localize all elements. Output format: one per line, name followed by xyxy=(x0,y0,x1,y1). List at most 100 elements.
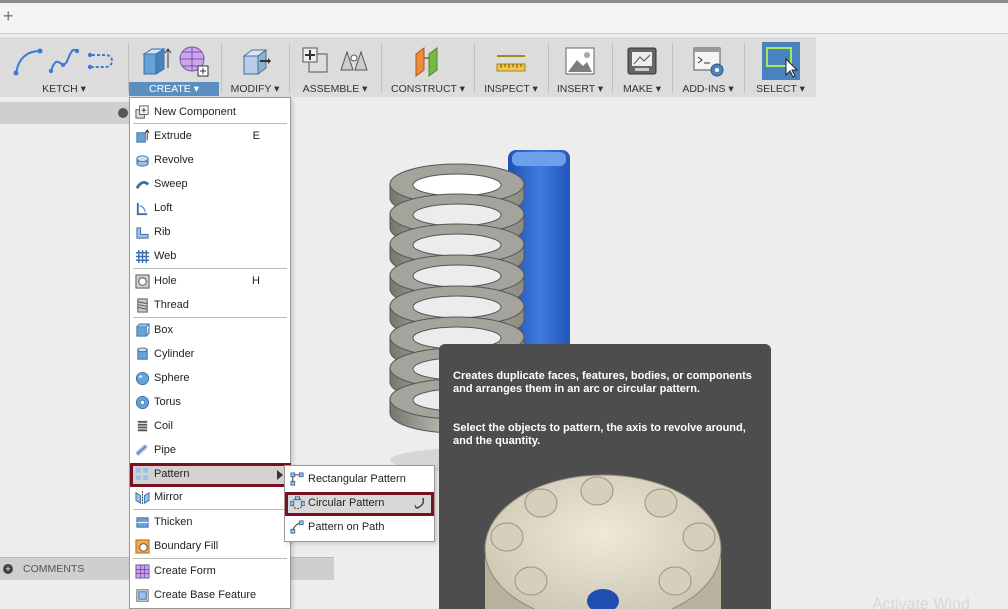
menu-item-pipe[interactable]: Pipe xyxy=(130,439,290,463)
select-icon[interactable] xyxy=(761,41,801,81)
create-label[interactable]: CREATE ▾ xyxy=(129,82,219,96)
offset-plane-icon[interactable] xyxy=(411,44,445,78)
thicken-icon xyxy=(136,517,149,528)
menu-item-thread[interactable]: Thread xyxy=(130,294,290,318)
menu-item-new-component[interactable]: New Component xyxy=(130,101,290,125)
tooltip-preview-image xyxy=(484,474,722,609)
mirror-icon xyxy=(135,490,150,505)
coil-icon xyxy=(137,420,148,432)
slot-icon[interactable] xyxy=(84,45,116,77)
menu-item-boundary-fill[interactable]: Boundary Fill xyxy=(130,535,290,559)
menu-item-label: Pattern xyxy=(154,468,190,480)
tooltip-instructions: Select the objects to pattern, the axis … xyxy=(453,422,746,447)
menu-item-label: Sweep xyxy=(154,178,188,190)
inspect-group[interactable]: INSPECT ▾ xyxy=(475,37,547,97)
menu-item-label: Coil xyxy=(154,420,173,432)
menu-item-label: Extrude xyxy=(154,130,192,142)
pattern-icon xyxy=(135,467,149,481)
new-component-toolbar-icon[interactable] xyxy=(299,44,333,78)
submenu-item-rectangular-pattern[interactable]: Rectangular Pattern xyxy=(285,468,434,492)
menu-item-revolve[interactable]: Revolve xyxy=(130,149,290,173)
hole-icon xyxy=(135,274,150,289)
document-tab-strip: + xyxy=(0,0,1008,34)
measure-icon[interactable] xyxy=(494,44,528,78)
insert-image-icon[interactable] xyxy=(563,44,597,78)
modify-label[interactable]: MODIFY ▾ xyxy=(222,83,288,95)
menu-item-label: Thread xyxy=(154,299,189,311)
extrude-toolbar-icon[interactable] xyxy=(138,44,172,78)
inspect-label[interactable]: INSPECT ▾ xyxy=(475,83,547,95)
select-group[interactable]: SELECT ▾ xyxy=(745,37,816,97)
menu-item-rib[interactable]: Rib xyxy=(130,221,290,245)
select-label[interactable]: SELECT ▾ xyxy=(745,83,816,95)
menu-separator xyxy=(133,509,287,510)
preview-hole xyxy=(514,566,548,596)
sketch-group[interactable]: KETCH ▾ xyxy=(0,37,128,97)
pattern-on-path-icon xyxy=(290,520,304,534)
base-feature-icon xyxy=(136,589,149,602)
scripts-addins-icon[interactable] xyxy=(691,44,725,78)
preview-hole xyxy=(580,476,614,506)
preview-hole xyxy=(644,488,678,518)
menu-item-loft[interactable]: Loft xyxy=(130,197,290,221)
sphere-icon xyxy=(135,371,150,386)
menu-item-sphere[interactable]: Sphere xyxy=(130,367,290,391)
menu-item-hole[interactable]: Hole H xyxy=(130,270,290,294)
create-dropdown-menu: New Component Extrude E Revolve Sweep Loft Rib… xyxy=(129,97,291,609)
menu-item-cylinder[interactable]: Cylinder xyxy=(130,343,290,367)
make-group[interactable]: MAKE ▾ xyxy=(613,37,671,97)
addins-group[interactable]: ADD-INS ▾ xyxy=(673,37,743,97)
submenu-item-label: Circular Pattern xyxy=(308,497,385,509)
rectangular-pattern-icon xyxy=(290,472,304,486)
insert-group[interactable]: INSERT ▾ xyxy=(549,37,611,97)
submenu-item-label: Pattern on Path xyxy=(308,521,385,533)
new-tab-plus-icon[interactable]: + xyxy=(3,6,14,26)
press-pull-icon[interactable] xyxy=(238,44,272,78)
menu-item-create-form[interactable]: Create Form xyxy=(130,560,290,584)
submenu-item-circular-pattern[interactable]: Circular Pattern xyxy=(285,492,434,516)
menu-separator xyxy=(133,558,287,559)
joint-icon[interactable] xyxy=(337,44,371,78)
assemble-label[interactable]: ASSEMBLE ▾ xyxy=(290,83,380,95)
cylinder-icon xyxy=(137,347,148,360)
arc-icon[interactable] xyxy=(12,45,44,77)
modify-group[interactable]: MODIFY ▾ xyxy=(222,37,288,97)
submenu-arrow-icon xyxy=(277,470,283,480)
form-toolbar-icon[interactable] xyxy=(176,44,210,78)
spline-icon[interactable] xyxy=(48,45,80,77)
menu-item-label: Pipe xyxy=(154,444,177,456)
rib-icon xyxy=(136,227,149,239)
sketch-label[interactable]: KETCH ▾ xyxy=(0,83,128,95)
collapse-icon[interactable] xyxy=(118,108,128,118)
browser-panel-header xyxy=(0,102,130,124)
box-icon xyxy=(136,323,150,337)
assemble-group[interactable]: ASSEMBLE ▾ xyxy=(290,37,380,97)
new-component-icon xyxy=(135,105,149,119)
menu-item-create-base-feature[interactable]: Create Base Feature xyxy=(130,584,290,608)
menu-item-label: Web xyxy=(154,250,177,262)
menu-item-label: Torus xyxy=(154,396,181,408)
menu-item-thicken[interactable]: Thicken xyxy=(130,511,290,535)
boundary-fill-icon xyxy=(135,539,150,554)
submenu-item-pattern-on-path[interactable]: Pattern on Path xyxy=(285,516,434,540)
menu-item-mirror[interactable]: Mirror xyxy=(130,486,290,510)
menu-item-shortcut: H xyxy=(252,275,260,287)
3d-print-icon[interactable] xyxy=(625,44,659,78)
menu-item-web[interactable]: Web xyxy=(130,245,290,269)
addins-label[interactable]: ADD-INS ▾ xyxy=(673,83,743,95)
menu-item-label: Rib xyxy=(154,226,171,238)
construct-group[interactable]: CONSTRUCT ▾ xyxy=(382,37,474,97)
preview-hole xyxy=(682,522,716,552)
menu-item-pattern[interactable]: Pattern xyxy=(130,463,291,487)
menu-item-coil[interactable]: Coil xyxy=(130,415,290,439)
insert-label[interactable]: INSERT ▾ xyxy=(549,83,611,95)
make-label[interactable]: MAKE ▾ xyxy=(613,83,671,95)
circular-pattern-icon xyxy=(290,496,305,510)
construct-label[interactable]: CONSTRUCT ▾ xyxy=(382,83,474,95)
expand-comments-icon[interactable]: + xyxy=(3,564,13,574)
create-group[interactable]: CREATE ▾ xyxy=(129,37,219,97)
menu-item-box[interactable]: Box xyxy=(130,319,290,343)
menu-item-extrude[interactable]: Extrude E xyxy=(130,125,290,149)
menu-item-torus[interactable]: Torus xyxy=(130,391,290,415)
menu-item-sweep[interactable]: Sweep xyxy=(130,173,290,197)
